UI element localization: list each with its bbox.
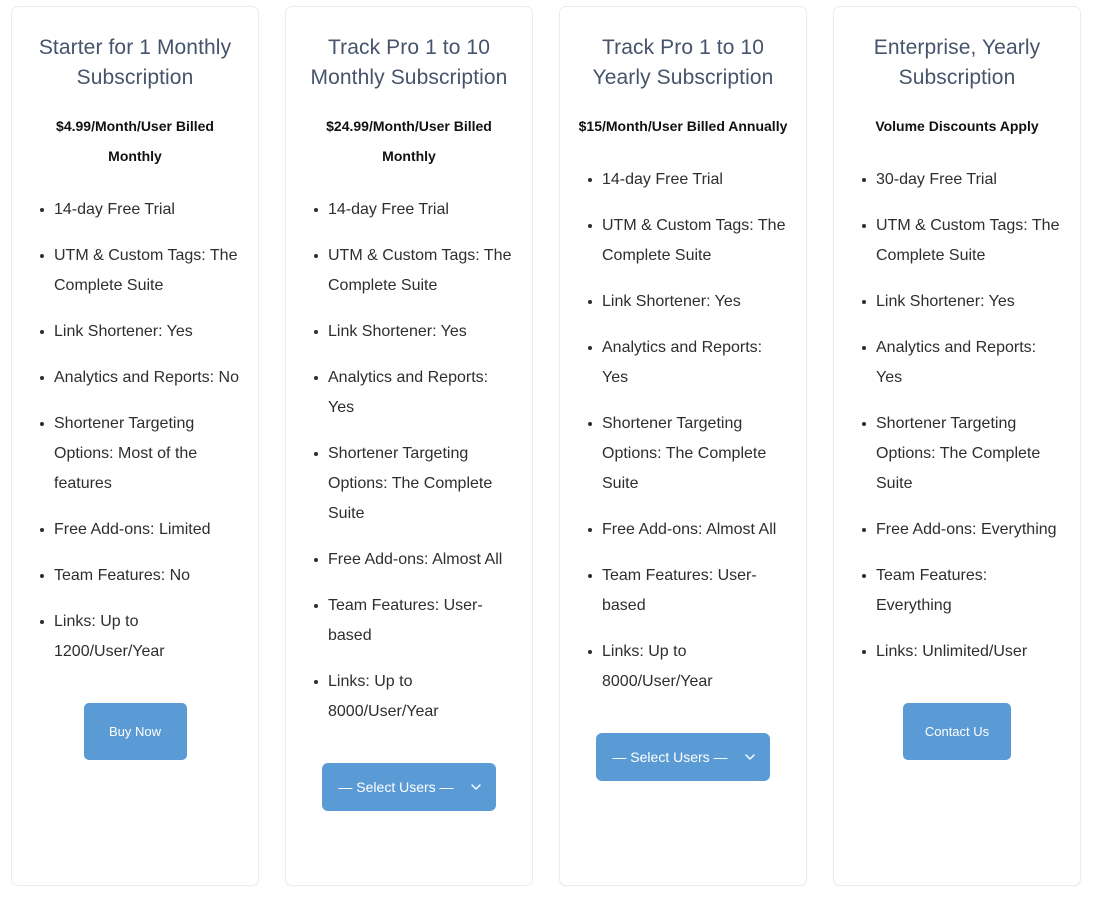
plan-price: $24.99/Month/User Billed Monthly: [326, 118, 492, 164]
plan-feature-list: 14-day Free Trial UTM & Custom Tags: The…: [302, 195, 516, 727]
list-item: Link Shortener: Yes: [314, 317, 516, 347]
plan-feature-list: 14-day Free Trial UTM & Custom Tags: The…: [28, 195, 242, 667]
list-item: Links: Up to 1200/User/Year: [40, 607, 242, 667]
list-item: Team Features: User-based: [314, 591, 516, 651]
list-item: Link Shortener: Yes: [862, 287, 1064, 317]
plan-price: $4.99/Month/User Billed Monthly: [56, 118, 214, 164]
select-users-dropdown[interactable]: — Select Users —: [596, 733, 770, 781]
list-item: Analytics and Reports: Yes: [862, 333, 1064, 393]
plan-title: Track Pro 1 to 10 Monthly Subscription: [310, 36, 508, 89]
list-item: Team Features: No: [40, 561, 242, 591]
list-item: Link Shortener: Yes: [588, 287, 790, 317]
plan-card-enterprise: Enterprise, Yearly Subscription Volume D…: [833, 6, 1081, 886]
list-item: Shortener Targeting Options: The Complet…: [314, 439, 516, 529]
list-item: Free Add-ons: Almost All: [588, 515, 790, 545]
plan-feature-list: 14-day Free Trial UTM & Custom Tags: The…: [576, 165, 790, 697]
plan-action-area: — Select Users —: [576, 733, 790, 781]
list-item: 14-day Free Trial: [40, 195, 242, 225]
chevron-down-icon: [744, 754, 755, 763]
plan-action-area: — Select Users —: [302, 763, 516, 811]
list-item: Analytics and Reports: Yes: [588, 333, 790, 393]
pricing-plans-grid: Starter for 1 Monthly Subscription $4.99…: [0, 0, 1108, 886]
list-item: Shortener Targeting Options: Most of the…: [40, 409, 242, 499]
plan-card-track-pro-monthly: Track Pro 1 to 10 Monthly Subscription $…: [285, 6, 533, 886]
contact-us-button[interactable]: Contact Us: [902, 703, 1012, 760]
list-item: Shortener Targeting Options: The Complet…: [862, 409, 1064, 499]
select-users-label: — Select Users —: [612, 749, 728, 765]
plan-action-area: Contact Us: [850, 703, 1064, 760]
plan-title: Starter for 1 Monthly Subscription: [38, 36, 232, 89]
list-item: Team Features: Everything: [862, 561, 1064, 621]
list-item: Free Add-ons: Almost All: [314, 545, 516, 575]
list-item: Analytics and Reports: Yes: [314, 363, 516, 423]
list-item: 14-day Free Trial: [588, 165, 790, 195]
plan-action-area: Buy Now: [28, 703, 242, 760]
chevron-down-icon: [470, 784, 481, 793]
list-item: Analytics and Reports: No: [40, 363, 242, 393]
list-item: Shortener Targeting Options: The Complet…: [588, 409, 790, 499]
list-item: 14-day Free Trial: [314, 195, 516, 225]
list-item: 30-day Free Trial: [862, 165, 1064, 195]
list-item: UTM & Custom Tags: The Complete Suite: [314, 241, 516, 301]
plan-feature-list: 30-day Free Trial UTM & Custom Tags: The…: [850, 165, 1064, 667]
list-item: Link Shortener: Yes: [40, 317, 242, 347]
plan-price: Volume Discounts Apply: [875, 118, 1039, 134]
list-item: Free Add-ons: Limited: [40, 515, 242, 545]
plan-title: Enterprise, Yearly Subscription: [873, 36, 1041, 89]
plan-card-starter: Starter for 1 Monthly Subscription $4.99…: [11, 6, 259, 886]
list-item: Links: Unlimited/User: [862, 637, 1064, 667]
list-item: UTM & Custom Tags: The Complete Suite: [40, 241, 242, 301]
list-item: Free Add-ons: Everything: [862, 515, 1064, 545]
list-item: UTM & Custom Tags: The Complete Suite: [862, 211, 1064, 271]
list-item: Team Features: User-based: [588, 561, 790, 621]
plan-price: $15/Month/User Billed Annually: [578, 118, 788, 134]
select-users-dropdown[interactable]: — Select Users —: [322, 763, 496, 811]
select-users-label: — Select Users —: [338, 779, 454, 795]
list-item: UTM & Custom Tags: The Complete Suite: [588, 211, 790, 271]
list-item: Links: Up to 8000/User/Year: [314, 667, 516, 727]
plan-title: Track Pro 1 to 10 Yearly Subscription: [592, 36, 774, 89]
plan-card-track-pro-yearly: Track Pro 1 to 10 Yearly Subscription $1…: [559, 6, 807, 886]
buy-now-button[interactable]: Buy Now: [83, 703, 187, 760]
list-item: Links: Up to 8000/User/Year: [588, 637, 790, 697]
